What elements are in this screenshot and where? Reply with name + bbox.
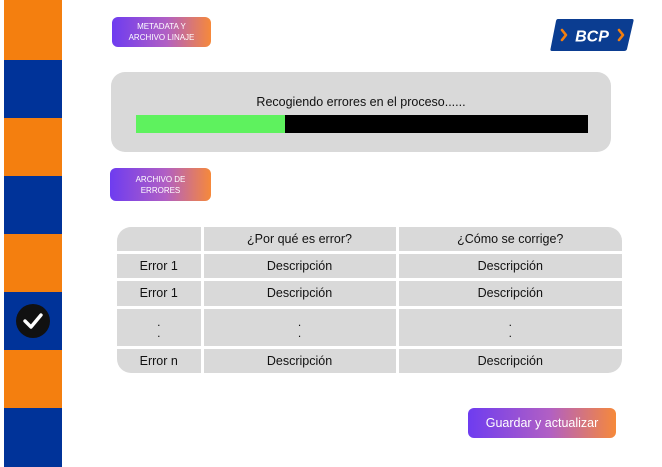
table-row: Error 1 Descripción Descripción <box>117 279 622 309</box>
step-segment <box>4 0 62 60</box>
error-fix: Descripción <box>397 252 622 282</box>
step-segment <box>4 350 62 408</box>
step-segment <box>4 118 62 176</box>
error-reason: Descripción <box>202 279 399 309</box>
progress-label: Recogiendo errores en el proceso...... <box>256 95 466 109</box>
step-rail <box>4 0 62 467</box>
ellipsis-cell: . . <box>397 307 622 350</box>
ellipsis-text: . . <box>157 314 161 340</box>
step-segment <box>4 60 62 118</box>
logo-text: BCP <box>575 29 609 46</box>
metadata-lineage-button[interactable]: METADATA Y ARCHIVO LINAJE <box>112 17 211 47</box>
errors-button-line1: ARCHIVO DE <box>135 174 186 184</box>
step-segment <box>4 408 62 467</box>
error-name: Error 1 <box>117 279 204 309</box>
error-reason: Descripción <box>202 252 399 282</box>
metadata-button-line2: ARCHIVO LINAJE <box>128 33 195 42</box>
table-row-ellipsis: . . . . . . <box>117 307 622 350</box>
step-segment-current[interactable] <box>4 292 62 350</box>
column-header: ¿Cómo se corrige? <box>397 227 622 254</box>
progress-panel: Recogiendo errores en el proceso...... <box>111 72 611 152</box>
errors-file-button[interactable]: ARCHIVO DE ERRORES <box>110 168 211 201</box>
ellipsis-text: . . <box>508 314 512 340</box>
error-name: Error n <box>117 347 204 373</box>
ellipsis-text: . . <box>297 314 302 340</box>
progress-bar-fill <box>136 115 286 133</box>
column-header: ¿Por qué es error? <box>202 227 399 254</box>
error-fix: Descripción <box>397 279 622 309</box>
step-segment <box>4 234 62 292</box>
check-circle-icon <box>16 304 50 338</box>
save-update-button[interactable]: Guardar y actualizar <box>468 408 616 438</box>
progress-bar <box>136 115 588 133</box>
error-name: Error 1 <box>117 252 204 282</box>
errors-button-line2: ERRORES <box>140 185 181 195</box>
metadata-button-line1: METADATA Y <box>137 22 186 31</box>
table-row: Error 1 Descripción Descripción <box>117 252 622 282</box>
table-row: Error n Descripción Descripción <box>117 347 622 373</box>
column-header <box>117 227 204 254</box>
errors-table: ¿Por qué es error? ¿Cómo se corrige? Err… <box>117 227 622 373</box>
bcp-logo: BCP <box>550 19 634 51</box>
ellipsis-cell: . . <box>202 307 399 350</box>
ellipsis-cell: . . <box>117 307 204 350</box>
table-header-row: ¿Por qué es error? ¿Cómo se corrige? <box>117 227 622 254</box>
error-reason: Descripción <box>202 347 399 373</box>
step-segment <box>4 176 62 234</box>
error-fix: Descripción <box>477 354 543 369</box>
